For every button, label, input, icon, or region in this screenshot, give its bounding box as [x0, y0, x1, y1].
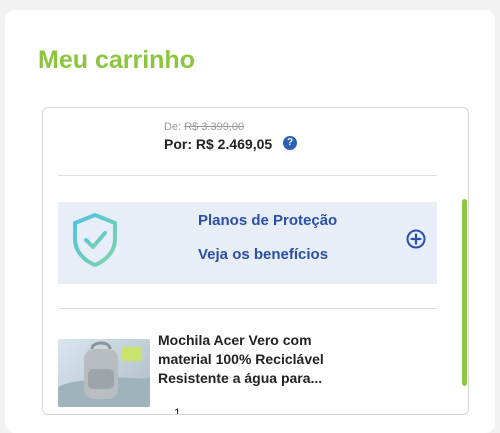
new-price: Por: R$ 2.469,05	[164, 136, 273, 152]
benefits-link[interactable]: Veja os benefícios	[198, 246, 328, 263]
shield-check-icon	[73, 212, 117, 268]
quantity-value: 1	[174, 406, 181, 415]
divider	[58, 308, 437, 309]
protection-plans-card[interactable]: Planos de Proteção Veja os benefícios	[58, 202, 437, 284]
scrollbar[interactable]	[462, 199, 467, 386]
plus-circle-icon[interactable]	[406, 229, 426, 249]
old-price-value: R$ 3.399,00	[184, 121, 245, 133]
page-title: Meu carrinho	[38, 46, 195, 74]
cart-card: Meu carrinho De: R$ 3.399,00 Por: R$ 2.4…	[5, 10, 495, 433]
question-circle-icon[interactable]: ?	[283, 136, 297, 150]
old-price-label: De:	[164, 121, 182, 133]
product-name[interactable]: Mochila Acer Vero com material 100% Reci…	[158, 331, 348, 388]
protection-title: Planos de Proteção	[198, 212, 338, 229]
divider	[58, 175, 437, 176]
product-image[interactable]	[58, 339, 150, 407]
backpack-image	[58, 341, 150, 407]
old-price: De: R$ 3.399,00	[164, 121, 244, 133]
cart-items-panel: De: R$ 3.399,00 Por: R$ 2.469,05 ? Plano…	[42, 107, 469, 415]
